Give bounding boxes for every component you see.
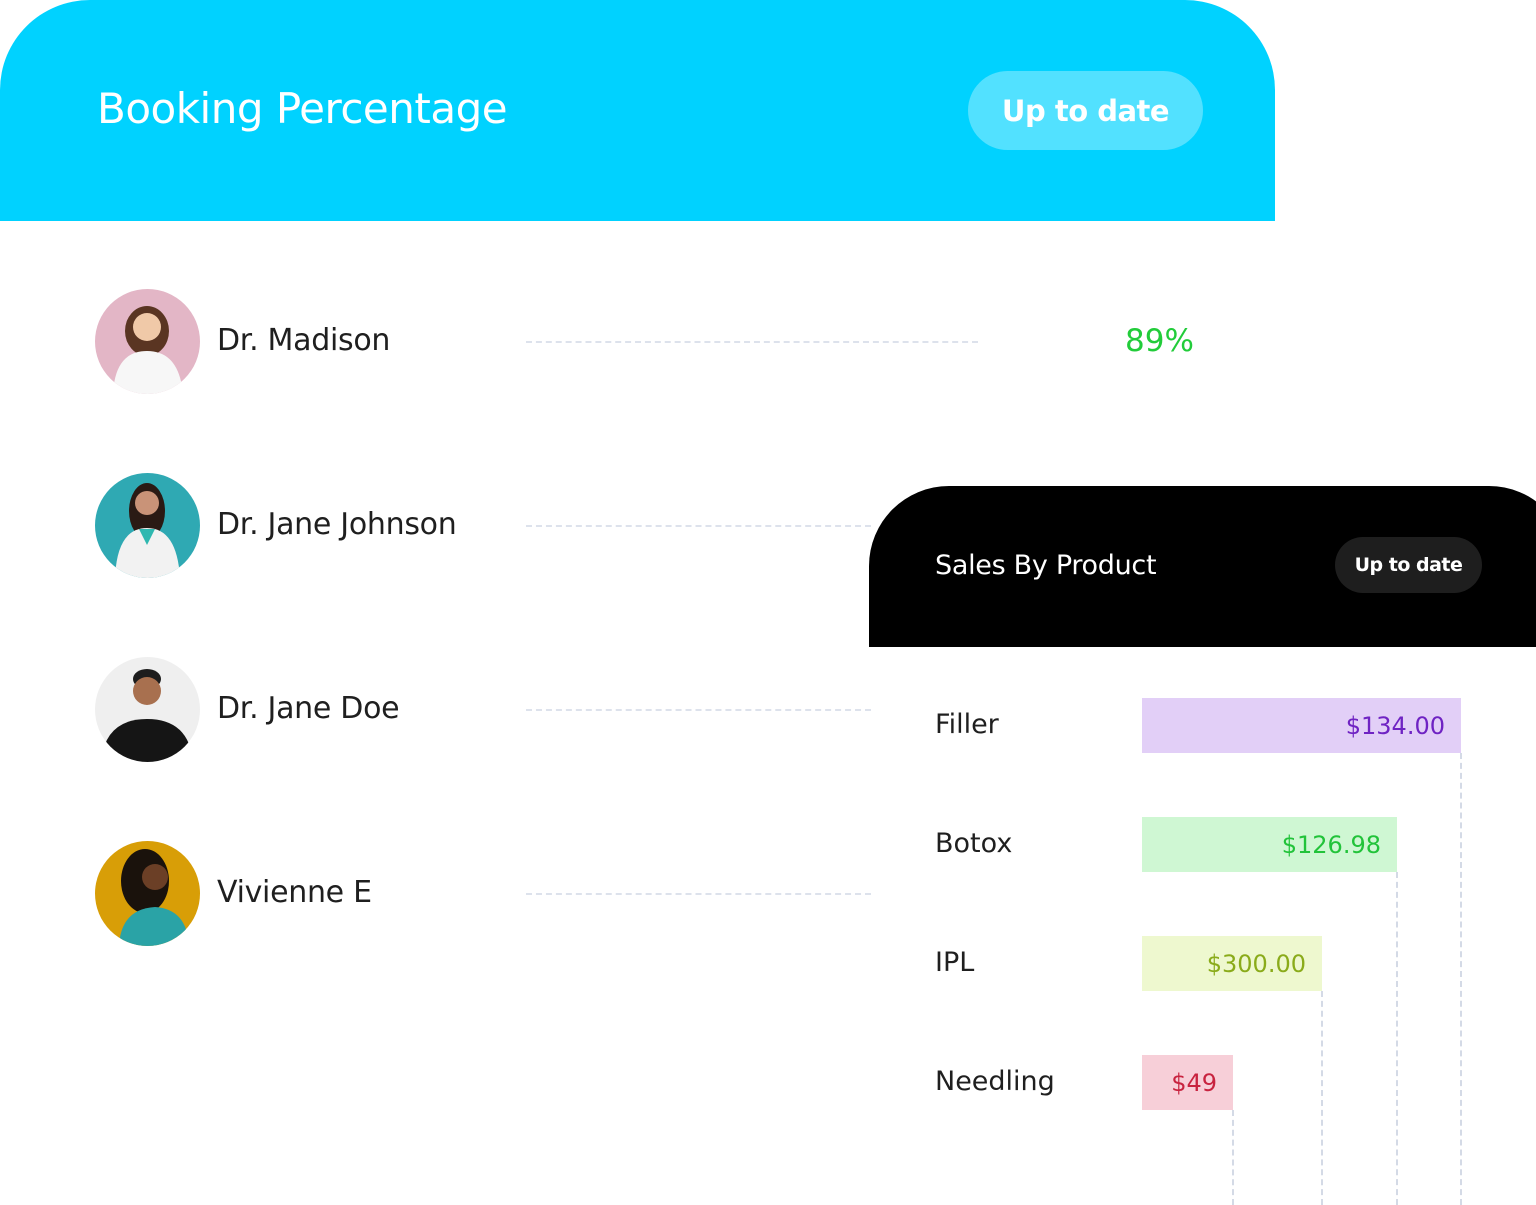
dashed-divider (526, 341, 978, 343)
avatar (95, 289, 200, 394)
doctor-name: Dr. Jane Doe (217, 691, 400, 726)
sales-title: Sales By Product (935, 550, 1157, 581)
doctor-name: Vivienne E (217, 875, 372, 910)
bar-guide-line (1460, 753, 1462, 1205)
bar-guide-line (1321, 991, 1323, 1205)
booking-title: Booking Percentage (97, 84, 508, 133)
bar-guide-line (1396, 872, 1398, 1205)
doctor-name: Dr. Jane Johnson (217, 507, 457, 542)
sales-up-to-date-button[interactable]: Up to date (1335, 537, 1482, 593)
doctor-row[interactable]: Dr. Madison 89% (95, 289, 1295, 395)
avatar (95, 657, 200, 762)
doctor-row[interactable]: Vivienne E (95, 841, 1295, 947)
sales-bar: $134.00 (1142, 698, 1461, 753)
booking-up-to-date-button[interactable]: Up to date (968, 71, 1203, 150)
bar-guide-line (1232, 1110, 1234, 1205)
bar-value-label: $49 (1171, 1068, 1217, 1097)
product-label: IPL (935, 947, 975, 978)
doctor-row[interactable]: Dr. Jane Doe (95, 657, 1295, 763)
product-label: Botox (935, 828, 1013, 859)
sales-bar: $49 (1142, 1055, 1233, 1110)
sales-bar: $300.00 (1142, 936, 1322, 991)
dashed-divider (526, 525, 871, 527)
doctor-name: Dr. Madison (217, 323, 391, 358)
doctor-photo-icon (95, 289, 200, 394)
avatar (95, 841, 200, 946)
bar-value-label: $134.00 (1345, 711, 1445, 740)
product-label: Needling (935, 1066, 1055, 1097)
bar-value-label: $300.00 (1206, 949, 1306, 978)
dashed-divider (526, 893, 871, 895)
booking-percentage: 89% (1125, 323, 1194, 359)
product-label: Filler (935, 709, 999, 740)
avatar (95, 473, 200, 578)
doctor-photo-icon (95, 657, 200, 762)
sales-bar: $126.98 (1142, 817, 1397, 872)
dashed-divider (526, 709, 871, 711)
doctor-photo-icon (95, 473, 200, 578)
bar-value-label: $126.98 (1281, 830, 1381, 859)
doctor-photo-icon (95, 841, 200, 946)
